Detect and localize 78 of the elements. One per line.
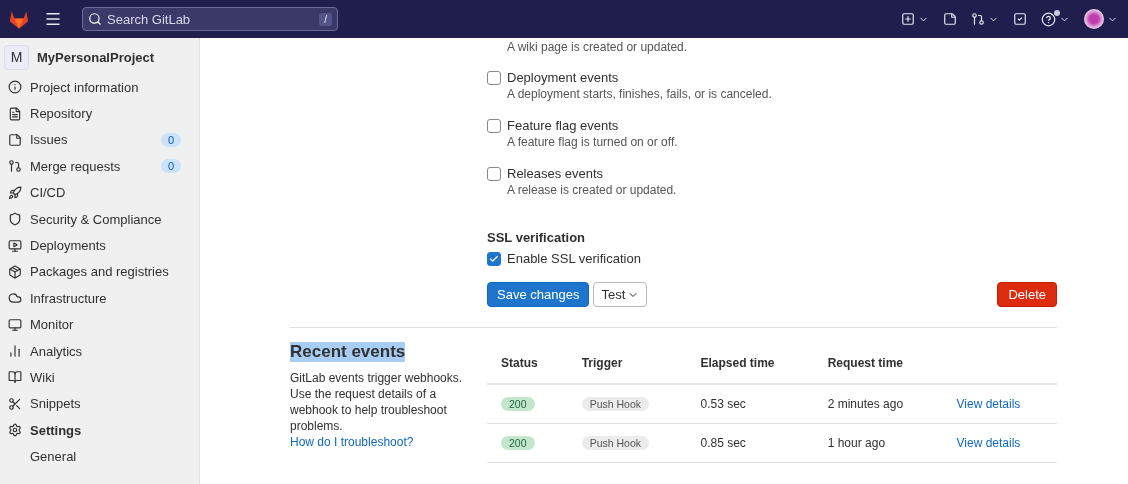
project-name[interactable]: MyPersonalProject bbox=[37, 49, 155, 65]
section-title: Recent events bbox=[290, 342, 406, 362]
merge-request-icon bbox=[8, 159, 22, 174]
merge-requests-button[interactable] bbox=[971, 12, 999, 26]
table-cell: 0.53 sec bbox=[686, 384, 814, 423]
status-badge: 200 bbox=[501, 435, 535, 450]
save-button[interactable]: Save changes bbox=[487, 282, 590, 307]
search-placeholder: Search GitLab bbox=[107, 11, 192, 27]
sidebar-item[interactable]: Merge requests 0 bbox=[4, 153, 199, 180]
test-button[interactable]: Test bbox=[593, 282, 648, 307]
cloud-icon bbox=[8, 291, 22, 306]
sidebar-item[interactable]: Repository bbox=[4, 100, 199, 127]
sidebar-item[interactable]: Deployments bbox=[4, 232, 199, 259]
checkbox-label: Feature flag events bbox=[507, 118, 620, 134]
trigger-badge: Push Hook bbox=[581, 396, 649, 411]
document-icon bbox=[8, 106, 22, 121]
book-icon bbox=[8, 370, 22, 385]
checkbox-label: Enable SSL verification bbox=[507, 251, 641, 267]
sidebar-item[interactable]: Snippets bbox=[4, 390, 199, 418]
check-icon bbox=[489, 254, 499, 264]
settings-icon bbox=[8, 423, 22, 438]
view-details-link[interactable]: View details bbox=[956, 396, 1021, 411]
event-description: A feature flag is turned on or off. bbox=[507, 134, 678, 150]
new-menu-button[interactable] bbox=[901, 12, 929, 26]
menu-icon[interactable] bbox=[44, 10, 62, 28]
delete-button[interactable]: Delete bbox=[997, 282, 1057, 307]
search-field[interactable]: Search GitLab / bbox=[82, 7, 338, 31]
section-heading: SSL verification bbox=[487, 230, 586, 245]
table-cell: 0.85 sec bbox=[686, 423, 814, 462]
scissors-icon bbox=[8, 396, 22, 411]
event-description: A release is created or updated. bbox=[507, 182, 677, 198]
help-button[interactable] bbox=[1041, 11, 1070, 27]
table-cell: 1 hour ago bbox=[813, 423, 943, 462]
event-description: A wiki page is created or updated. bbox=[506, 40, 689, 54]
deployments-icon bbox=[8, 238, 22, 253]
user-menu-button[interactable] bbox=[1084, 9, 1118, 29]
monitor-icon bbox=[8, 317, 22, 332]
event-description: A deployment starts, finishes, fails, or is canceled. bbox=[507, 86, 772, 102]
todo-icon[interactable] bbox=[1013, 12, 1027, 26]
package-icon bbox=[8, 264, 22, 279]
search-icon bbox=[88, 12, 102, 26]
shortcut-key: / bbox=[319, 12, 332, 26]
sidebar-subitem[interactable]: General bbox=[4, 443, 199, 470]
sidebar-item[interactable]: Issues 0 bbox=[4, 126, 199, 154]
table-cell: 2 minutes ago bbox=[813, 384, 943, 423]
help-link[interactable]: How do I troubleshoot? bbox=[290, 435, 414, 449]
info-icon bbox=[8, 80, 22, 95]
sidebar-item[interactable]: Analytics bbox=[4, 337, 199, 365]
checkbox[interactable] bbox=[487, 71, 501, 85]
column-header: Status bbox=[487, 342, 568, 384]
shield-icon bbox=[8, 212, 22, 227]
sidebar-item[interactable]: Packages and registries bbox=[4, 258, 199, 286]
count-badge: 0 bbox=[160, 132, 181, 147]
trigger-badge: Push Hook bbox=[581, 435, 649, 450]
sidebar-item[interactable]: Wiki bbox=[4, 364, 199, 391]
checkbox[interactable] bbox=[487, 119, 501, 133]
project-avatar: M bbox=[4, 44, 29, 70]
issues-icon bbox=[8, 132, 22, 147]
issues-icon[interactable] bbox=[943, 12, 957, 26]
column-header: Elapsed time bbox=[686, 342, 814, 384]
column-header: Trigger bbox=[567, 342, 687, 384]
sidebar-item[interactable]: Security & Compliance bbox=[4, 205, 199, 233]
sidebar-item[interactable]: Infrastructure bbox=[4, 285, 199, 312]
section-description: GitLab events trigger webhooks. Use the request details of a webhook to help troubleshoot problems. How do I troubleshoot? bbox=[290, 370, 464, 450]
sidebar-item[interactable]: Monitor bbox=[4, 311, 199, 338]
checkbox-label: Deployment events bbox=[507, 70, 620, 86]
count-badge: 0 bbox=[160, 159, 181, 174]
column-header: Request time bbox=[813, 342, 943, 384]
sidebar-item[interactable]: CI/CD bbox=[4, 179, 199, 206]
checkbox[interactable] bbox=[487, 167, 501, 181]
view-details-link[interactable]: View details bbox=[956, 435, 1021, 450]
sidebar-item[interactable]: Settings bbox=[4, 417, 199, 444]
rocket-icon bbox=[8, 185, 22, 200]
checkbox-label: Releases events bbox=[507, 166, 605, 182]
status-badge: 200 bbox=[501, 396, 535, 411]
bar-chart-icon bbox=[8, 344, 22, 359]
sidebar-item[interactable]: Project information bbox=[4, 74, 199, 101]
checkbox[interactable] bbox=[487, 252, 501, 266]
